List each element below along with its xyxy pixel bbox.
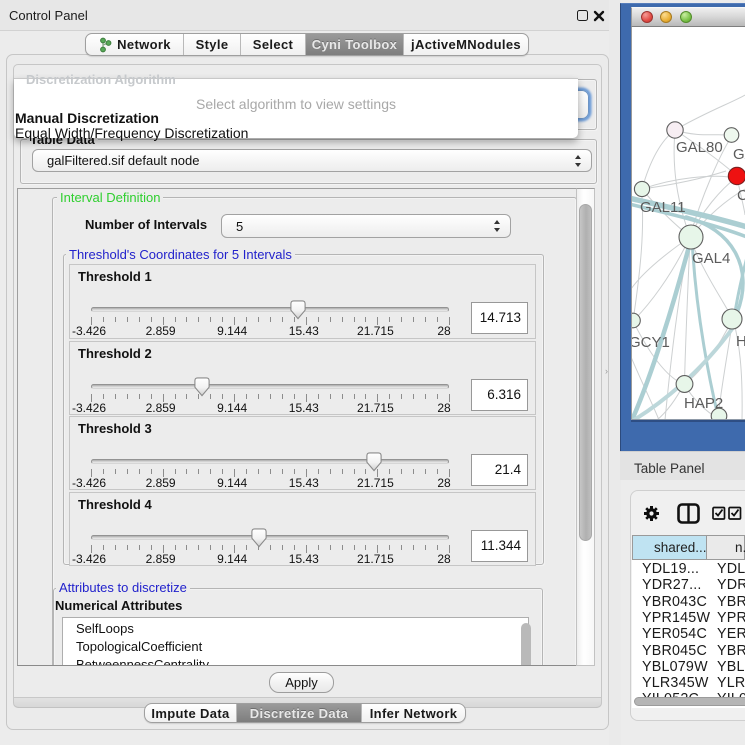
svg-text:GCY1: GCY1 (631, 334, 670, 351)
svg-text:C: C (737, 187, 745, 204)
svg-text:GAL80: GAL80 (676, 139, 723, 156)
svg-text:H: H (736, 333, 745, 350)
svg-text:HAP2: HAP2 (684, 395, 723, 412)
svg-text:GAL11: GAL11 (640, 199, 686, 216)
svg-text:GAL4: GAL4 (692, 250, 730, 267)
svg-text:GA: GA (733, 146, 745, 163)
